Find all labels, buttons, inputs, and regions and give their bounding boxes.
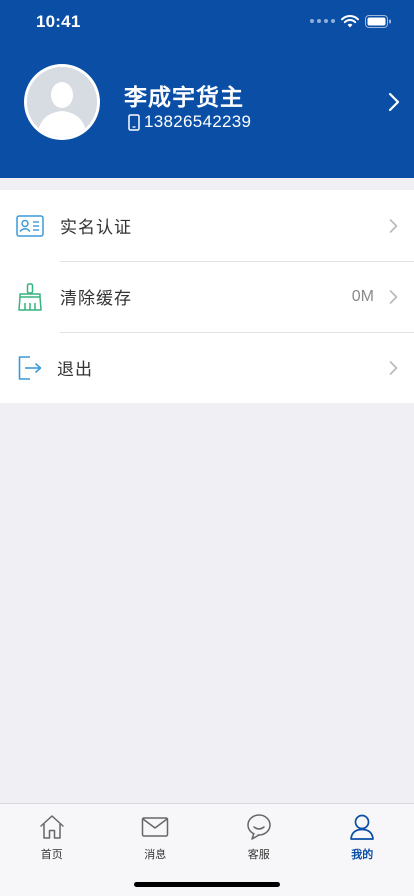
profile-header: 10:41 李成宇货主 13826542239 bbox=[0, 0, 414, 178]
logout-icon bbox=[16, 354, 44, 382]
avatar[interactable] bbox=[24, 64, 100, 140]
tab-label: 我的 bbox=[351, 849, 374, 861]
chat-icon bbox=[207, 812, 311, 842]
phone-icon bbox=[128, 113, 140, 131]
tab-label: 消息 bbox=[144, 849, 167, 861]
chevron-right-icon bbox=[389, 289, 398, 304]
status-bar: 10:41 bbox=[0, 0, 414, 44]
menu-label: 退出 bbox=[57, 360, 93, 379]
person-icon bbox=[311, 812, 414, 842]
status-time: 10:41 bbox=[36, 12, 81, 31]
profile-row[interactable]: 李成宇货主 13826542239 bbox=[0, 64, 414, 144]
tab-mine[interactable]: 我的 bbox=[311, 812, 414, 862]
menu-item-clear-cache[interactable]: 清除缓存 0M bbox=[0, 261, 414, 332]
signal-icon bbox=[310, 19, 335, 23]
user-phone: 13826542239 bbox=[144, 112, 252, 131]
mail-icon bbox=[104, 812, 208, 842]
menu-item-real-name-auth[interactable]: 实名认证 bbox=[0, 190, 414, 261]
home-icon bbox=[0, 812, 104, 842]
user-name: 李成宇货主 bbox=[124, 84, 244, 110]
menu-item-logout[interactable]: 退出 bbox=[0, 332, 414, 403]
battery-icon bbox=[365, 14, 391, 28]
menu-label: 实名认证 bbox=[60, 218, 132, 237]
chevron-right-icon[interactable] bbox=[388, 92, 400, 112]
status-icons bbox=[310, 14, 392, 28]
chevron-right-icon bbox=[389, 218, 398, 233]
tab-customer-service[interactable]: 客服 bbox=[207, 812, 311, 862]
home-indicator bbox=[134, 882, 280, 887]
phone-row: 13826542239 bbox=[128, 112, 251, 132]
tab-home[interactable]: 首页 bbox=[0, 812, 104, 862]
tab-messages[interactable]: 消息 bbox=[104, 812, 208, 862]
tab-label: 首页 bbox=[40, 849, 63, 861]
menu-label: 清除缓存 bbox=[60, 289, 132, 308]
id-card-icon bbox=[16, 212, 44, 240]
cache-size-value: 0M bbox=[351, 287, 374, 305]
broom-icon bbox=[16, 282, 44, 311]
tab-label: 客服 bbox=[247, 849, 270, 861]
chevron-right-icon bbox=[389, 360, 398, 375]
wifi-icon bbox=[341, 14, 359, 27]
settings-menu: 实名认证 清除缓存 0M 退出 bbox=[0, 190, 414, 403]
default-avatar-icon bbox=[27, 67, 97, 137]
